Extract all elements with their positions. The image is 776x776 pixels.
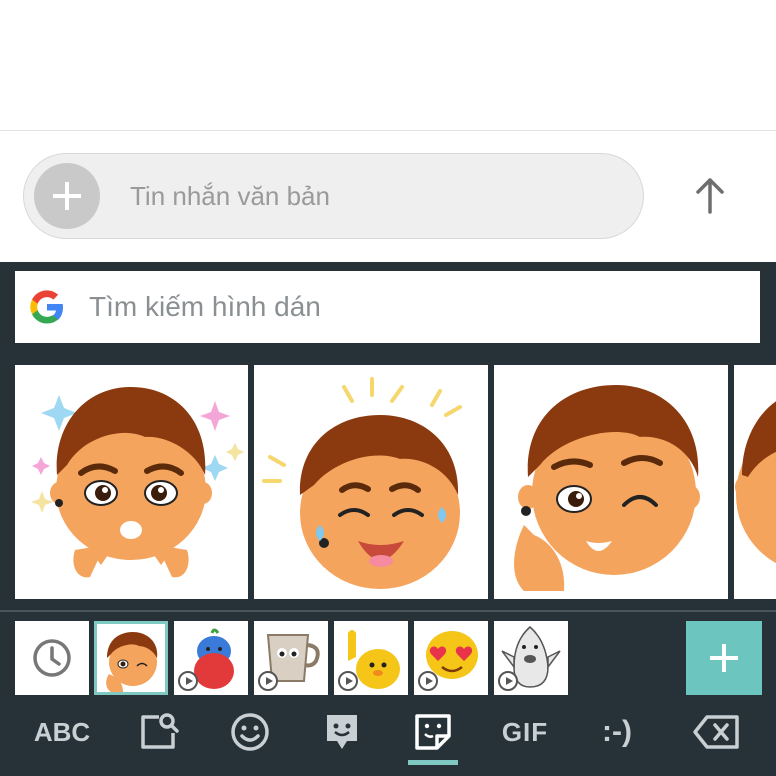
arrow-up-icon [696, 178, 724, 214]
abc-key[interactable]: ABC [22, 704, 102, 760]
pack-heart-eyes[interactable] [414, 621, 488, 695]
sticker-keyboard: Tìm kiếm hình dán ABC GIF:-) [0, 262, 776, 776]
emoticon-key[interactable]: :-) [585, 704, 649, 760]
divider [0, 610, 776, 612]
compose-input[interactable]: Tin nhắn văn bản [130, 154, 330, 238]
paste-search-key[interactable] [128, 704, 188, 760]
boy-wink-sticker-icon [514, 385, 700, 591]
image-search-icon [141, 713, 179, 749]
pack-shark[interactable] [494, 621, 568, 695]
sticker-boy-sparkle[interactable] [15, 365, 248, 599]
pack-blue-bird[interactable] [174, 621, 248, 695]
boy-sparkle-sticker-icon [31, 387, 244, 578]
play-icon [498, 671, 518, 691]
play-icon [418, 671, 438, 691]
play-icon [258, 671, 278, 691]
bitmoji-key[interactable] [312, 704, 372, 760]
bitmoji-icon [327, 715, 357, 749]
smiley-icon [231, 713, 269, 751]
plus-icon [710, 644, 738, 672]
pack-boy[interactable] [94, 621, 168, 695]
plus-icon [53, 182, 81, 210]
attach-button[interactable] [34, 163, 100, 229]
backspace-icon [693, 715, 739, 749]
add-sticker-pack-button[interactable] [686, 621, 762, 695]
sticker-boy-partial[interactable] [734, 365, 776, 599]
boy-wink-pack-icon [106, 632, 158, 692]
emoji-key[interactable] [220, 704, 280, 760]
clock-icon [33, 639, 71, 677]
sticker-search-box[interactable]: Tìm kiếm hình dán [15, 271, 760, 343]
boy-laughing-sticker-icon [262, 377, 462, 589]
divider [0, 130, 776, 131]
sticker-search-input[interactable]: Tìm kiếm hình dán [89, 271, 321, 343]
google-g-logo-icon [30, 290, 63, 324]
sticker-boy-laughing[interactable] [254, 365, 488, 599]
recent-stickers-tab[interactable] [15, 621, 89, 695]
delete-key[interactable] [684, 704, 748, 760]
play-icon [178, 671, 198, 691]
sticker-icon [415, 714, 451, 750]
sticker-key[interactable] [403, 704, 463, 760]
pack-coffee-cup[interactable] [254, 621, 328, 695]
active-tab-indicator [408, 760, 458, 765]
play-icon [338, 671, 358, 691]
send-button[interactable] [680, 166, 740, 226]
compose-box[interactable]: Tin nhắn văn bản [23, 153, 644, 239]
sticker-boy-wink[interactable] [494, 365, 728, 599]
gif-key[interactable]: GIF [490, 704, 560, 760]
pack-blob[interactable] [334, 621, 408, 695]
boy-partial-sticker-icon [735, 401, 776, 564]
